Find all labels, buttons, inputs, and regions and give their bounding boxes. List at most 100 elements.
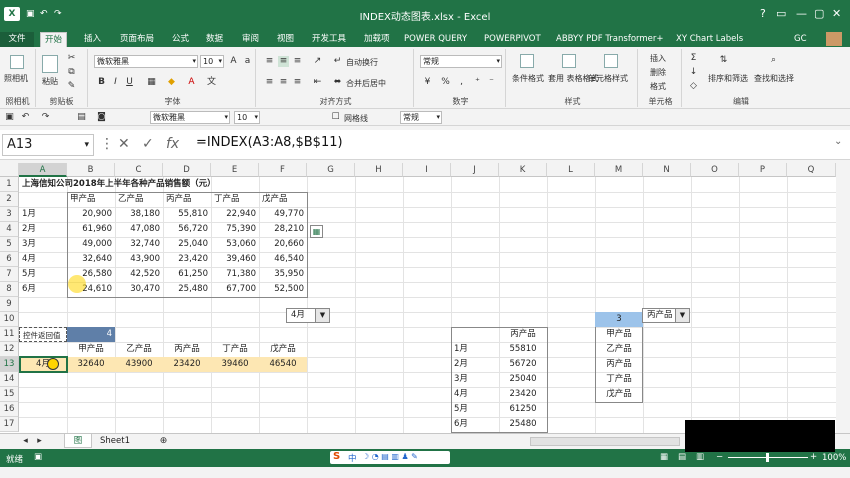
cell-styles-icon[interactable]: [604, 54, 618, 68]
side-table-cell[interactable]: 55810: [499, 342, 547, 357]
format-cells-button[interactable]: 格式: [650, 81, 666, 92]
table-cell[interactable]: 23,420: [163, 252, 211, 267]
percent-icon[interactable]: %: [440, 77, 451, 88]
table-cell[interactable]: 61,960: [67, 222, 115, 237]
increase-decimal-icon[interactable]: ⁺: [472, 77, 483, 88]
font-name-combo[interactable]: 微软雅黑 ▾: [94, 55, 198, 68]
col-header-q[interactable]: Q: [787, 163, 836, 177]
side-table-cell[interactable]: 6月: [451, 417, 499, 432]
redo-icon[interactable]: ↷: [40, 112, 51, 123]
tab-page-layout[interactable]: 页面布局: [116, 32, 158, 47]
active-cell[interactable]: 4月: [19, 357, 67, 372]
table-cell[interactable]: 49,000: [67, 237, 115, 252]
row-header[interactable]: 16: [0, 402, 19, 417]
row-header[interactable]: 4: [0, 222, 19, 237]
row-header[interactable]: 6: [0, 252, 19, 267]
side-table-cell[interactable]: 56720: [499, 357, 547, 372]
table-cell[interactable]: 42,520: [115, 267, 163, 282]
ime-toolbar[interactable]: S 中 ☽ ◔ ▤ ▥ ♟ ✎: [330, 451, 450, 464]
col-header-a[interactable]: A: [19, 163, 67, 177]
name-box[interactable]: A13 ▾: [2, 134, 94, 156]
table-cell[interactable]: 22,940: [211, 207, 259, 222]
col-header-k[interactable]: K: [499, 163, 547, 177]
tab-review[interactable]: 审阅: [238, 32, 263, 47]
delete-cells-button[interactable]: 删除: [650, 67, 666, 78]
table-cell[interactable]: 53,060: [211, 237, 259, 252]
table-cell[interactable]: 75,390: [211, 222, 259, 237]
formula-input[interactable]: =INDEX(A3:A8,$B$11): [196, 135, 343, 150]
sheet-tab-sheet1[interactable]: Sheet1: [96, 434, 134, 448]
row-header[interactable]: 10: [0, 312, 19, 327]
tab-formulas[interactable]: 公式: [168, 32, 193, 47]
help-icon[interactable]: ?: [760, 7, 766, 20]
phonetic-icon[interactable]: 文: [206, 77, 217, 88]
format-painter-icon[interactable]: ✎: [66, 81, 77, 92]
paste-icon[interactable]: [42, 55, 58, 73]
row-header[interactable]: 9: [0, 297, 19, 312]
align-bottom-icon[interactable]: ≡: [292, 56, 303, 67]
month-dropdown[interactable]: 4月 ▼: [286, 308, 330, 323]
grow-font-icon[interactable]: A: [228, 56, 239, 67]
table-cell[interactable]: 55,810: [163, 207, 211, 222]
zoom-out-icon[interactable]: −: [716, 452, 723, 462]
insert-function-icon[interactable]: fx: [166, 136, 179, 152]
ime-chinese-icon[interactable]: 中: [348, 452, 357, 464]
control-value-cell[interactable]: 4: [67, 327, 115, 342]
cell-styles-button[interactable]: 单元格样式: [588, 73, 628, 84]
align-right-icon[interactable]: ≡: [292, 77, 303, 88]
clear-icon[interactable]: ◇: [688, 81, 699, 92]
row-header[interactable]: 15: [0, 387, 19, 402]
table-cell[interactable]: 28,210: [259, 222, 307, 237]
wrap-text-button[interactable]: 自动换行: [346, 57, 378, 68]
list-selected-index[interactable]: 3: [595, 312, 643, 327]
expand-formula-icon[interactable]: ⌄: [834, 136, 842, 147]
fill-icon[interactable]: ↓: [688, 67, 699, 78]
product-list-item[interactable]: 丙产品: [595, 357, 643, 372]
macro-record-icon[interactable]: ▣: [34, 452, 42, 462]
number-format-combo[interactable]: 常规 ▾: [420, 55, 502, 68]
align-center-icon[interactable]: ≡: [278, 77, 289, 88]
row-header[interactable]: 11: [0, 327, 19, 342]
col-header-g[interactable]: G: [307, 163, 355, 177]
product-list-item[interactable]: 甲产品: [595, 327, 643, 342]
lookup-header[interactable]: 甲产品: [67, 342, 115, 357]
decrease-decimal-icon[interactable]: ⁻: [486, 77, 497, 88]
italic-icon[interactable]: I: [110, 77, 121, 88]
col-header-o[interactable]: O: [691, 163, 739, 177]
side-table-cell[interactable]: 3月: [451, 372, 499, 387]
orientation-icon[interactable]: ↗: [312, 56, 323, 67]
tab-view[interactable]: 视图: [273, 32, 298, 47]
product-list-item[interactable]: 乙产品: [595, 342, 643, 357]
tab-power-query[interactable]: POWER QUERY: [400, 32, 471, 47]
product-list-item[interactable]: 丁产品: [595, 372, 643, 387]
conditional-format-icon[interactable]: [520, 54, 534, 68]
comma-icon[interactable]: ,: [456, 77, 467, 88]
zoom-slider-thumb[interactable]: [766, 453, 769, 462]
bold-icon[interactable]: B: [96, 77, 107, 88]
table-cell[interactable]: 1月: [19, 207, 67, 222]
lookup-cell[interactable]: 46540: [259, 357, 307, 372]
undo-icon[interactable]: ↶: [20, 112, 31, 123]
close-icon[interactable]: ✕: [832, 7, 841, 20]
wrap-text-icon[interactable]: ↵: [332, 56, 343, 67]
camera-icon[interactable]: [10, 55, 24, 69]
table-cell[interactable]: 38,180: [115, 207, 163, 222]
table-cell[interactable]: 49,770: [259, 207, 307, 222]
autosum-icon[interactable]: Σ: [688, 53, 699, 64]
find-select-icon[interactable]: ⌕: [768, 55, 779, 66]
col-header-c[interactable]: C: [115, 163, 163, 177]
merge-icon[interactable]: ⬌: [332, 77, 343, 88]
zoom-level[interactable]: 100%: [822, 453, 846, 463]
table-cell[interactable]: 39,460: [211, 252, 259, 267]
col-header-h[interactable]: H: [355, 163, 403, 177]
find-select-button[interactable]: 查找和选择: [754, 73, 794, 84]
col-header-m[interactable]: M: [595, 163, 643, 177]
tab-file[interactable]: 文件: [0, 32, 34, 47]
table-cell[interactable]: 3月: [19, 237, 67, 252]
tab-insert[interactable]: 插入: [80, 32, 105, 47]
side-table-header[interactable]: 丙产品: [499, 327, 547, 342]
row-header[interactable]: 5: [0, 237, 19, 252]
row-header[interactable]: 13: [0, 357, 19, 372]
cut-icon[interactable]: ✂: [66, 53, 77, 64]
side-table-cell[interactable]: 4月: [451, 387, 499, 402]
